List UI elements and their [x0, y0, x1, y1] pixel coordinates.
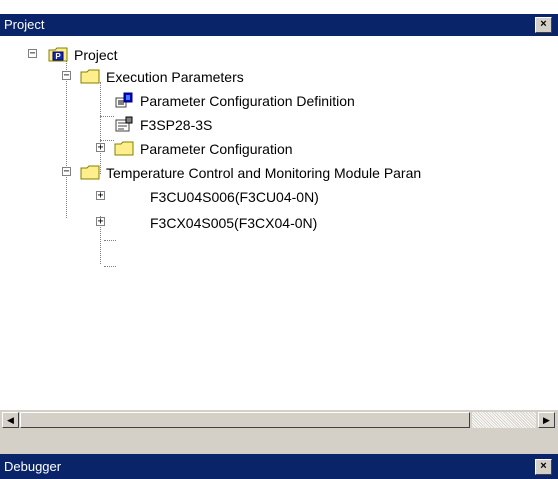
tree-node-label: F3CU04S006(F3CU04-0N) — [150, 189, 319, 205]
svg-text:P: P — [55, 52, 61, 61]
tree-line — [104, 240, 116, 241]
scrollbar-track[interactable] — [472, 412, 536, 428]
expand-toggle[interactable]: + — [96, 217, 105, 227]
tree-node-label: Execution Parameters — [106, 69, 244, 85]
configuration-definition-icon — [115, 92, 133, 108]
folder-icon — [114, 141, 134, 156]
tree-node-label: Project — [74, 47, 118, 63]
expand-toggle[interactable]: + — [96, 143, 105, 153]
tree-node-execution-parameters[interactable]: − Execution Parameters — [0, 66, 400, 88]
tree-node-label: Parameter Configuration Definition — [140, 93, 355, 109]
tree-node-f3cu04[interactable]: + F3CU04S006(F3CU04-0N) — [0, 186, 400, 208]
tree-node-parameter-configuration-definition[interactable]: Parameter Configuration Definition — [0, 90, 500, 112]
tree-node-label: Parameter Configuration — [140, 141, 293, 157]
debugger-panel-close-button[interactable]: × — [535, 459, 552, 475]
panel-splitter[interactable] — [0, 430, 558, 454]
folder-icon — [80, 165, 100, 180]
project-folder-icon: P — [48, 47, 68, 62]
tree-node-temperature-control[interactable]: − Temperature Control and Monitoring Mod… — [0, 162, 558, 184]
horizontal-scrollbar[interactable]: ◀ ▶ — [0, 410, 558, 430]
project-panel-titlebar[interactable]: Project × — [0, 14, 558, 36]
project-panel-close-button[interactable]: × — [535, 17, 552, 33]
debugger-panel-titlebar[interactable]: Debugger × — [0, 454, 558, 479]
scroll-left-button[interactable]: ◀ — [2, 412, 19, 428]
project-tree[interactable]: − P Project − Execution Parameters Param… — [0, 36, 558, 410]
tree-node-parameter-configuration[interactable]: + Parameter Configuration — [0, 138, 400, 160]
folder-icon — [80, 69, 100, 84]
tree-node-project[interactable]: − P Project — [0, 44, 300, 66]
scrollbar-thumb[interactable] — [20, 412, 470, 428]
tree-node-label: Temperature Control and Monitoring Modul… — [106, 165, 422, 181]
collapse-toggle[interactable]: − — [62, 167, 71, 177]
expand-toggle[interactable]: + — [96, 191, 105, 201]
tree-node-f3sp28[interactable]: F3SP28-3S — [0, 114, 300, 136]
tree-node-f3cx04[interactable]: + F3CX04S005(F3CX04-0N) — [0, 212, 400, 234]
project-panel-title: Project — [4, 17, 45, 32]
scroll-right-button[interactable]: ▶ — [538, 412, 555, 428]
collapse-toggle[interactable]: − — [28, 49, 37, 59]
debugger-panel-title: Debugger — [4, 459, 62, 474]
collapse-toggle[interactable]: − — [62, 71, 71, 81]
parameter-file-icon — [115, 116, 133, 132]
tree-node-label: F3SP28-3S — [140, 117, 213, 133]
tree-line — [104, 266, 116, 267]
tree-node-label: F3CX04S005(F3CX04-0N) — [150, 215, 318, 231]
